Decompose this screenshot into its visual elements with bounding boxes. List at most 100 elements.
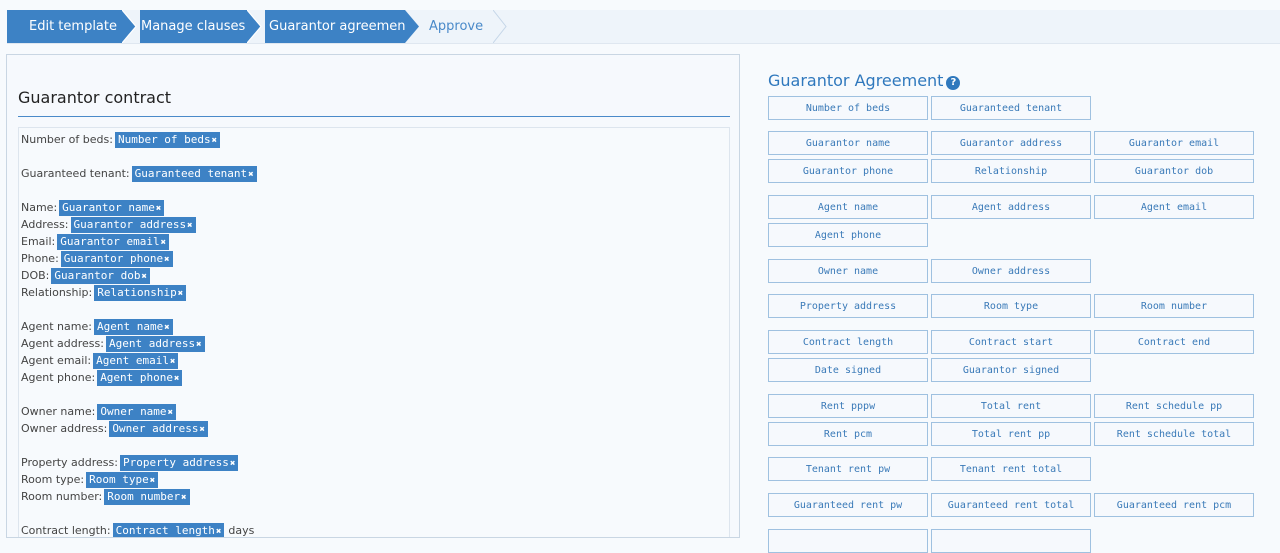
placeholder-chip[interactable]: Rent pppw — [768, 394, 928, 418]
placeholder-tag[interactable]: Owner name✖ — [97, 404, 176, 420]
line-label: Email: — [21, 235, 56, 248]
contract-line: Number of beds: Number of beds✖ — [21, 132, 221, 148]
step-approve[interactable]: Approve — [423, 10, 493, 43]
placeholder-chip[interactable]: Relationship — [931, 159, 1091, 183]
contract-line: Property address: Property address✖ — [21, 455, 239, 471]
remove-tag-icon[interactable]: ✖ — [181, 493, 186, 503]
remove-tag-icon[interactable]: ✖ — [150, 476, 155, 486]
placeholder-tag[interactable]: Room number✖ — [104, 489, 190, 505]
placeholder-tag[interactable]: Agent address✖ — [105, 336, 205, 352]
placeholder-chip[interactable]: Agent phone — [768, 223, 928, 247]
placeholder-chip[interactable]: Contract start — [931, 330, 1091, 354]
contract-line: Email: Guarantor email✖ — [21, 234, 169, 250]
line-label: Phone: — [21, 252, 59, 265]
contract-line: Phone: Guarantor phone✖ — [21, 251, 173, 267]
placeholder-chip[interactable]: Rent schedule pp — [1094, 394, 1254, 418]
placeholder-chip[interactable]: Contract end — [1094, 330, 1254, 354]
placeholder-tag[interactable]: Agent name✖ — [93, 319, 173, 335]
contract-editor[interactable]: Number of beds: Number of beds✖ Guaranteed… — [18, 127, 730, 537]
line-label: Owner address: — [21, 422, 108, 435]
placeholder-chip[interactable]: Guaranteed rent pw — [768, 493, 928, 517]
placeholder-tag[interactable]: Property address✖ — [119, 455, 239, 471]
line-label: Guaranteed tenant: — [21, 167, 130, 180]
placeholder-chip[interactable] — [768, 529, 928, 553]
placeholder-chip[interactable]: Guaranteed tenant — [931, 96, 1091, 120]
guarantor-contract-panel: Guarantor contract Number of beds: Number… — [6, 54, 740, 538]
placeholder-tag-text: Owner name — [100, 405, 167, 418]
placeholder-chip[interactable]: Agent email — [1094, 195, 1254, 219]
placeholder-chip[interactable]: Guaranteed rent total — [931, 493, 1091, 517]
placeholder-chip[interactable] — [931, 529, 1091, 553]
placeholder-chip[interactable]: Guarantor phone — [768, 159, 928, 183]
placeholder-chip[interactable]: Owner name — [768, 259, 928, 283]
remove-tag-icon[interactable]: ✖ — [187, 221, 192, 231]
contract-line: Owner address: Owner address✖ — [21, 421, 208, 437]
step-label: Manage clauses — [141, 19, 246, 34]
placeholder-chip[interactable]: Total rent — [931, 394, 1091, 418]
remove-tag-icon[interactable]: ✖ — [164, 323, 169, 333]
placeholder-chip[interactable]: Agent address — [931, 195, 1091, 219]
placeholder-chip[interactable]: Agent name — [768, 195, 928, 219]
step-manage-clauses[interactable]: Manage clauses — [140, 10, 247, 43]
step-edit-template[interactable]: Edit template — [7, 10, 122, 43]
remove-tag-icon[interactable]: ✖ — [178, 289, 183, 299]
placeholder-tag-text: Guarantor email — [60, 235, 160, 248]
remove-tag-icon[interactable]: ✖ — [141, 272, 146, 282]
remove-tag-icon[interactable]: ✖ — [170, 357, 175, 367]
placeholder-chip[interactable]: Room number — [1094, 294, 1254, 318]
step-guarantor-agreement[interactable]: Guarantor agreement — [265, 10, 411, 43]
placeholder-tag-text: Agent email — [96, 354, 169, 367]
placeholder-chip[interactable]: Room type — [931, 294, 1091, 318]
placeholder-tag-text: Number of beds — [117, 133, 211, 146]
remove-tag-icon[interactable]: ✖ — [156, 204, 161, 214]
placeholder-tag[interactable]: Number of beds✖ — [114, 132, 221, 148]
placeholder-tag[interactable]: Guaranteed tenant✖ — [131, 166, 257, 182]
placeholder-chip[interactable]: Guaranteed rent pcm — [1094, 493, 1254, 517]
line-label: Agent address: — [21, 337, 104, 350]
placeholder-chip[interactable]: Guarantor signed — [931, 358, 1091, 382]
remove-tag-icon[interactable]: ✖ — [212, 136, 217, 146]
remove-tag-icon[interactable]: ✖ — [230, 459, 235, 469]
placeholder-tag[interactable]: Room type✖ — [86, 472, 159, 488]
placeholder-chip[interactable]: Guarantor address — [931, 131, 1091, 155]
placeholder-tag[interactable]: Agent phone✖ — [97, 370, 183, 386]
placeholder-chip[interactable]: Guarantor dob — [1094, 159, 1254, 183]
placeholder-chip[interactable]: Property address — [768, 294, 928, 318]
placeholder-chip[interactable]: Guarantor name — [768, 131, 928, 155]
step-label: Guarantor agreement — [269, 19, 411, 34]
placeholder-tag[interactable]: Contract length✖ — [112, 523, 225, 537]
placeholder-tag[interactable]: Guarantor name✖ — [59, 200, 165, 216]
remove-tag-icon[interactable]: ✖ — [248, 170, 253, 180]
line-label: Agent phone: — [21, 371, 96, 384]
remove-tag-icon[interactable]: ✖ — [164, 255, 169, 265]
contract-line: Relationship: Relationship✖ — [21, 285, 187, 301]
placeholder-tag[interactable]: Guarantor address✖ — [70, 217, 196, 233]
placeholder-chip[interactable]: Date signed — [768, 358, 928, 382]
remove-tag-icon[interactable]: ✖ — [199, 425, 204, 435]
help-icon[interactable]: ? — [946, 76, 961, 90]
placeholder-tag-text: Guarantor address — [73, 218, 187, 231]
placeholder-chip[interactable]: Rent pcm — [768, 422, 928, 446]
remove-tag-icon[interactable]: ✖ — [216, 527, 221, 537]
placeholder-tag[interactable]: Guarantor phone✖ — [60, 251, 173, 267]
remove-tag-icon[interactable]: ✖ — [196, 340, 201, 350]
placeholder-chip[interactable]: Rent schedule total — [1094, 422, 1254, 446]
placeholder-tag[interactable]: Relationship✖ — [94, 285, 187, 301]
agreement-title: Guarantor Agreement? — [768, 71, 961, 90]
contract-line: Name: Guarantor name✖ — [21, 200, 165, 216]
placeholder-chip[interactable]: Tenant rent pw — [768, 457, 928, 481]
placeholder-tag[interactable]: Agent email✖ — [93, 353, 179, 369]
placeholder-tag[interactable]: Guarantor dob✖ — [51, 268, 150, 284]
remove-tag-icon[interactable]: ✖ — [161, 238, 166, 248]
placeholder-chip[interactable]: Guarantor email — [1094, 131, 1254, 155]
remove-tag-icon[interactable]: ✖ — [174, 374, 179, 384]
placeholder-chip[interactable]: Total rent pp — [931, 422, 1091, 446]
remove-tag-icon[interactable]: ✖ — [168, 408, 173, 418]
placeholder-chip[interactable]: Owner address — [931, 259, 1091, 283]
placeholder-tag[interactable]: Guarantor email✖ — [57, 234, 169, 250]
line-label: Number of beds: — [21, 133, 113, 146]
placeholder-chip[interactable]: Number of beds — [768, 96, 928, 120]
placeholder-chip[interactable]: Contract length — [768, 330, 928, 354]
placeholder-tag[interactable]: Owner address✖ — [109, 421, 208, 437]
placeholder-chip[interactable]: Tenant rent total — [931, 457, 1091, 481]
